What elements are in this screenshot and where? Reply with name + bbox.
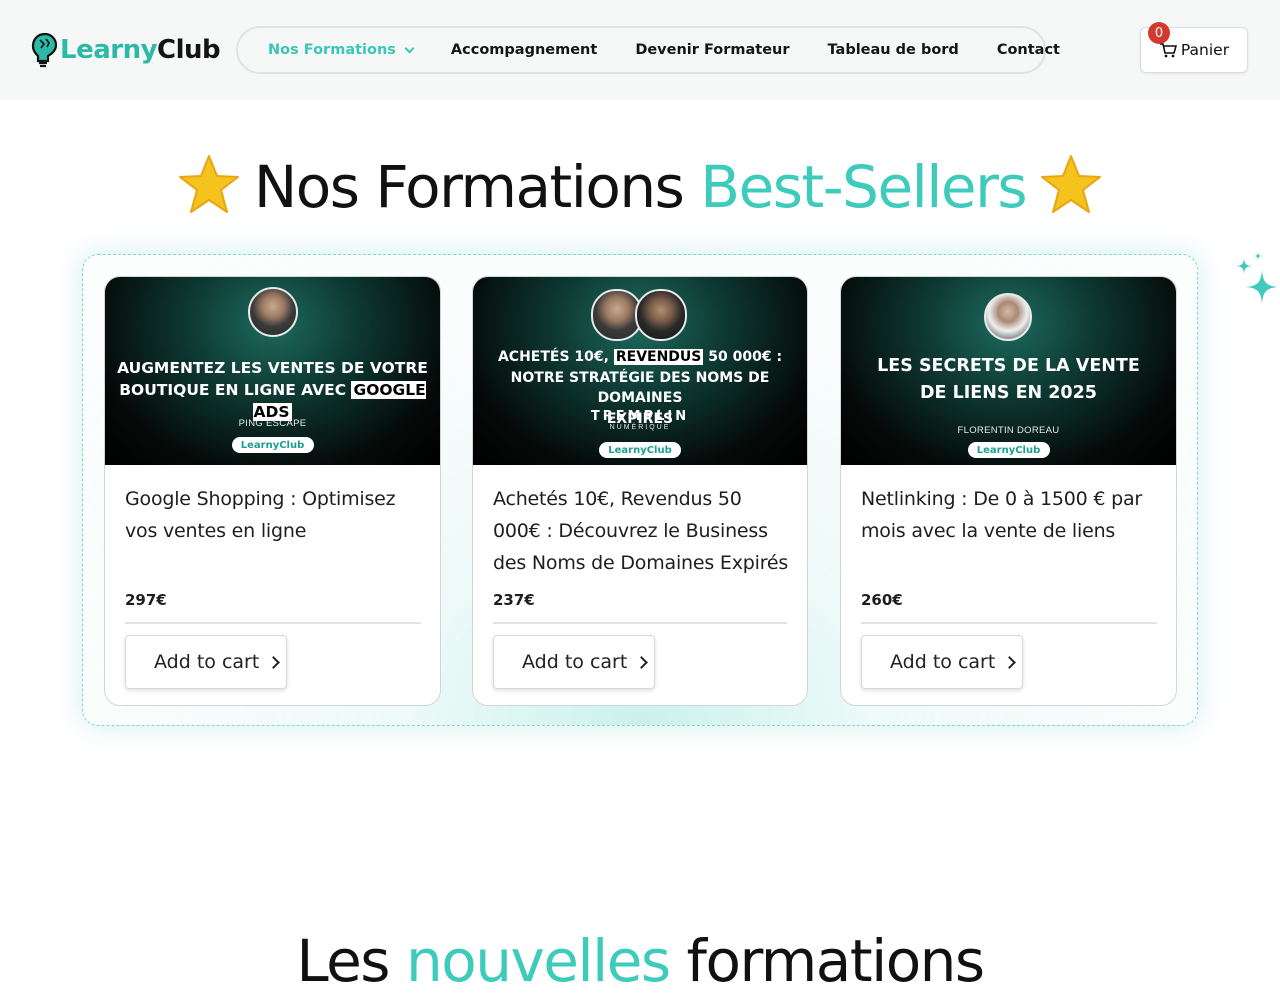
chevron-right-icon xyxy=(635,655,649,669)
bestsellers-title-text: Nos Formations xyxy=(253,153,685,221)
product-thumbnail[interactable]: AUGMENTEZ LES VENTES DE VOTRE BOUTIQUE E… xyxy=(105,277,440,465)
thumbnail-line: BOUTIQUE EN LIGNE AVEC xyxy=(119,381,352,399)
product-title[interactable]: Netlinking : De 0 à 1500 € par mois avec… xyxy=(861,483,1157,583)
thumbnail-author: FLORENTIN DOREAU xyxy=(957,425,1060,436)
thumbnail-line: NOTRE STRATÉGIE DES NOMS DE DOMAINES xyxy=(510,369,770,407)
product-card-body: Google Shopping : Optimisez vos ventes e… xyxy=(125,465,421,689)
lightbulb-logo-icon xyxy=(31,32,58,68)
add-to-cart-button[interactable]: Add to cart xyxy=(125,635,287,689)
product-thumbnail[interactable]: LES SECRETS DE LA VENTE DE LIENS EN 2025… xyxy=(841,277,1176,465)
star-icon xyxy=(178,154,239,213)
product-title[interactable]: Achetés 10€, Revendus 50 000€ : Découvre… xyxy=(493,483,789,583)
learnyclub-pill-logo: LearnyClub xyxy=(967,442,1050,458)
thumbnail-highlight: REVENDUS xyxy=(613,349,704,365)
site-logo[interactable]: LearnyClub xyxy=(30,28,221,72)
learnyclub-pill-logo: LearnyClub xyxy=(231,437,314,453)
pill-brand: LearnyClub xyxy=(976,444,1041,456)
bestsellers-carousel: AUGMENTEZ LES VENTES DE VOTRE BOUTIQUE E… xyxy=(82,254,1198,726)
nav-item-label: Accompagnement xyxy=(450,42,598,58)
cart-icon xyxy=(1159,43,1177,58)
nav-item-label: Tableau de bord xyxy=(827,42,959,58)
bestsellers-title-highlight: Best-Sellers xyxy=(700,153,1027,221)
chevron-down-icon xyxy=(404,43,415,53)
product-card[interactable]: AUGMENTEZ LES VENTES DE VOTRE BOUTIQUE E… xyxy=(104,276,441,706)
nav-item-label: Contact xyxy=(996,42,1060,58)
thumbnail-line: ACHETÉS 10€, xyxy=(497,349,614,365)
avatar xyxy=(248,287,298,337)
chevron-right-icon xyxy=(1003,655,1017,669)
avatar xyxy=(635,289,687,341)
thumbnail-partner: TREMPLIN xyxy=(590,409,690,424)
logo-text-learny: Learny xyxy=(60,35,158,65)
thumbnail-headline: LES SECRETS DE LA VENTE DE LIENS EN 2025 xyxy=(841,353,1176,407)
add-to-cart-button[interactable]: Add to cart xyxy=(861,635,1023,689)
add-to-cart-label: Add to cart xyxy=(154,651,260,673)
new-courses-title-highlight: nouvelles xyxy=(405,927,671,995)
thumbnail-line: 50 000€ : xyxy=(703,349,783,365)
pill-brand: LearnyClub xyxy=(240,439,305,451)
thumbnail-line: DE LIENS EN 2025 xyxy=(920,383,1097,403)
nav-item-accompagnement[interactable]: Accompagnement xyxy=(451,42,597,58)
new-courses-title: Les nouvelles formations xyxy=(0,924,1280,998)
divider xyxy=(493,622,787,624)
product-price: 260€ xyxy=(861,591,903,609)
thumbnail-partner-sub: NUMÉRIQUE xyxy=(609,424,671,431)
new-courses-title-text: Les xyxy=(296,927,406,995)
divider xyxy=(125,622,421,624)
learnyclub-pill-logo: LearnyClub xyxy=(599,442,681,458)
product-thumbnail[interactable]: ACHETÉS 10€, REVENDUS 50 000€ : NOTRE ST… xyxy=(473,277,807,465)
product-card[interactable]: ACHETÉS 10€, REVENDUS 50 000€ : NOTRE ST… xyxy=(472,276,808,706)
thumbnail-line: AUGMENTEZ LES VENTES DE VOTRE xyxy=(117,359,428,377)
logo-text-club: Club xyxy=(157,35,221,65)
bestsellers-title: Nos Formations Best-Sellers xyxy=(0,150,1280,224)
chevron-right-icon xyxy=(267,655,281,669)
product-card-body: Netlinking : De 0 à 1500 € par mois avec… xyxy=(861,465,1157,689)
site-header: LearnyClub Nos Formations Accompagnement… xyxy=(0,0,1280,100)
add-to-cart-label: Add to cart xyxy=(522,651,628,673)
nav-item-nos-formations[interactable]: Nos Formations xyxy=(268,42,415,58)
nav-item-contact[interactable]: Contact xyxy=(997,42,1060,58)
logo-text: LearnyClub xyxy=(60,35,221,65)
nav-item-label: Devenir Formateur xyxy=(635,42,790,58)
nav-item-tableau-de-bord[interactable]: Tableau de bord xyxy=(828,42,959,58)
thumbnail-author: PING ESCAPE xyxy=(238,418,307,429)
nav-item-devenir-formateur[interactable]: Devenir Formateur xyxy=(635,42,789,58)
add-to-cart-label: Add to cart xyxy=(890,651,996,673)
product-price: 237€ xyxy=(493,591,535,609)
nav-item-label: Nos Formations xyxy=(268,42,396,58)
product-title[interactable]: Google Shopping : Optimisez vos ventes e… xyxy=(125,483,421,583)
add-to-cart-button[interactable]: Add to cart xyxy=(493,635,655,689)
cart-button[interactable]: 0 Panier xyxy=(1140,22,1248,73)
product-card[interactable]: LES SECRETS DE LA VENTE DE LIENS EN 2025… xyxy=(840,276,1177,706)
star-icon xyxy=(1041,154,1102,213)
thumbnail-headline: AUGMENTEZ LES VENTES DE VOTRE BOUTIQUE E… xyxy=(105,357,440,423)
pill-brand: LearnyClub xyxy=(608,444,672,456)
divider xyxy=(861,622,1157,624)
cart-label: Panier xyxy=(1180,41,1230,59)
avatar xyxy=(984,293,1032,341)
cart-count-badge: 0 xyxy=(1148,22,1170,44)
product-card-body: Achetés 10€, Revendus 50 000€ : Découvre… xyxy=(493,465,789,689)
thumbnail-line: LES SECRETS DE LA VENTE xyxy=(877,356,1140,376)
sparkle-icon xyxy=(1236,252,1278,304)
main-nav: Nos Formations Accompagnement Devenir Fo… xyxy=(236,26,1060,74)
product-price: 297€ xyxy=(125,591,167,609)
new-courses-title-text: formations xyxy=(669,927,986,995)
